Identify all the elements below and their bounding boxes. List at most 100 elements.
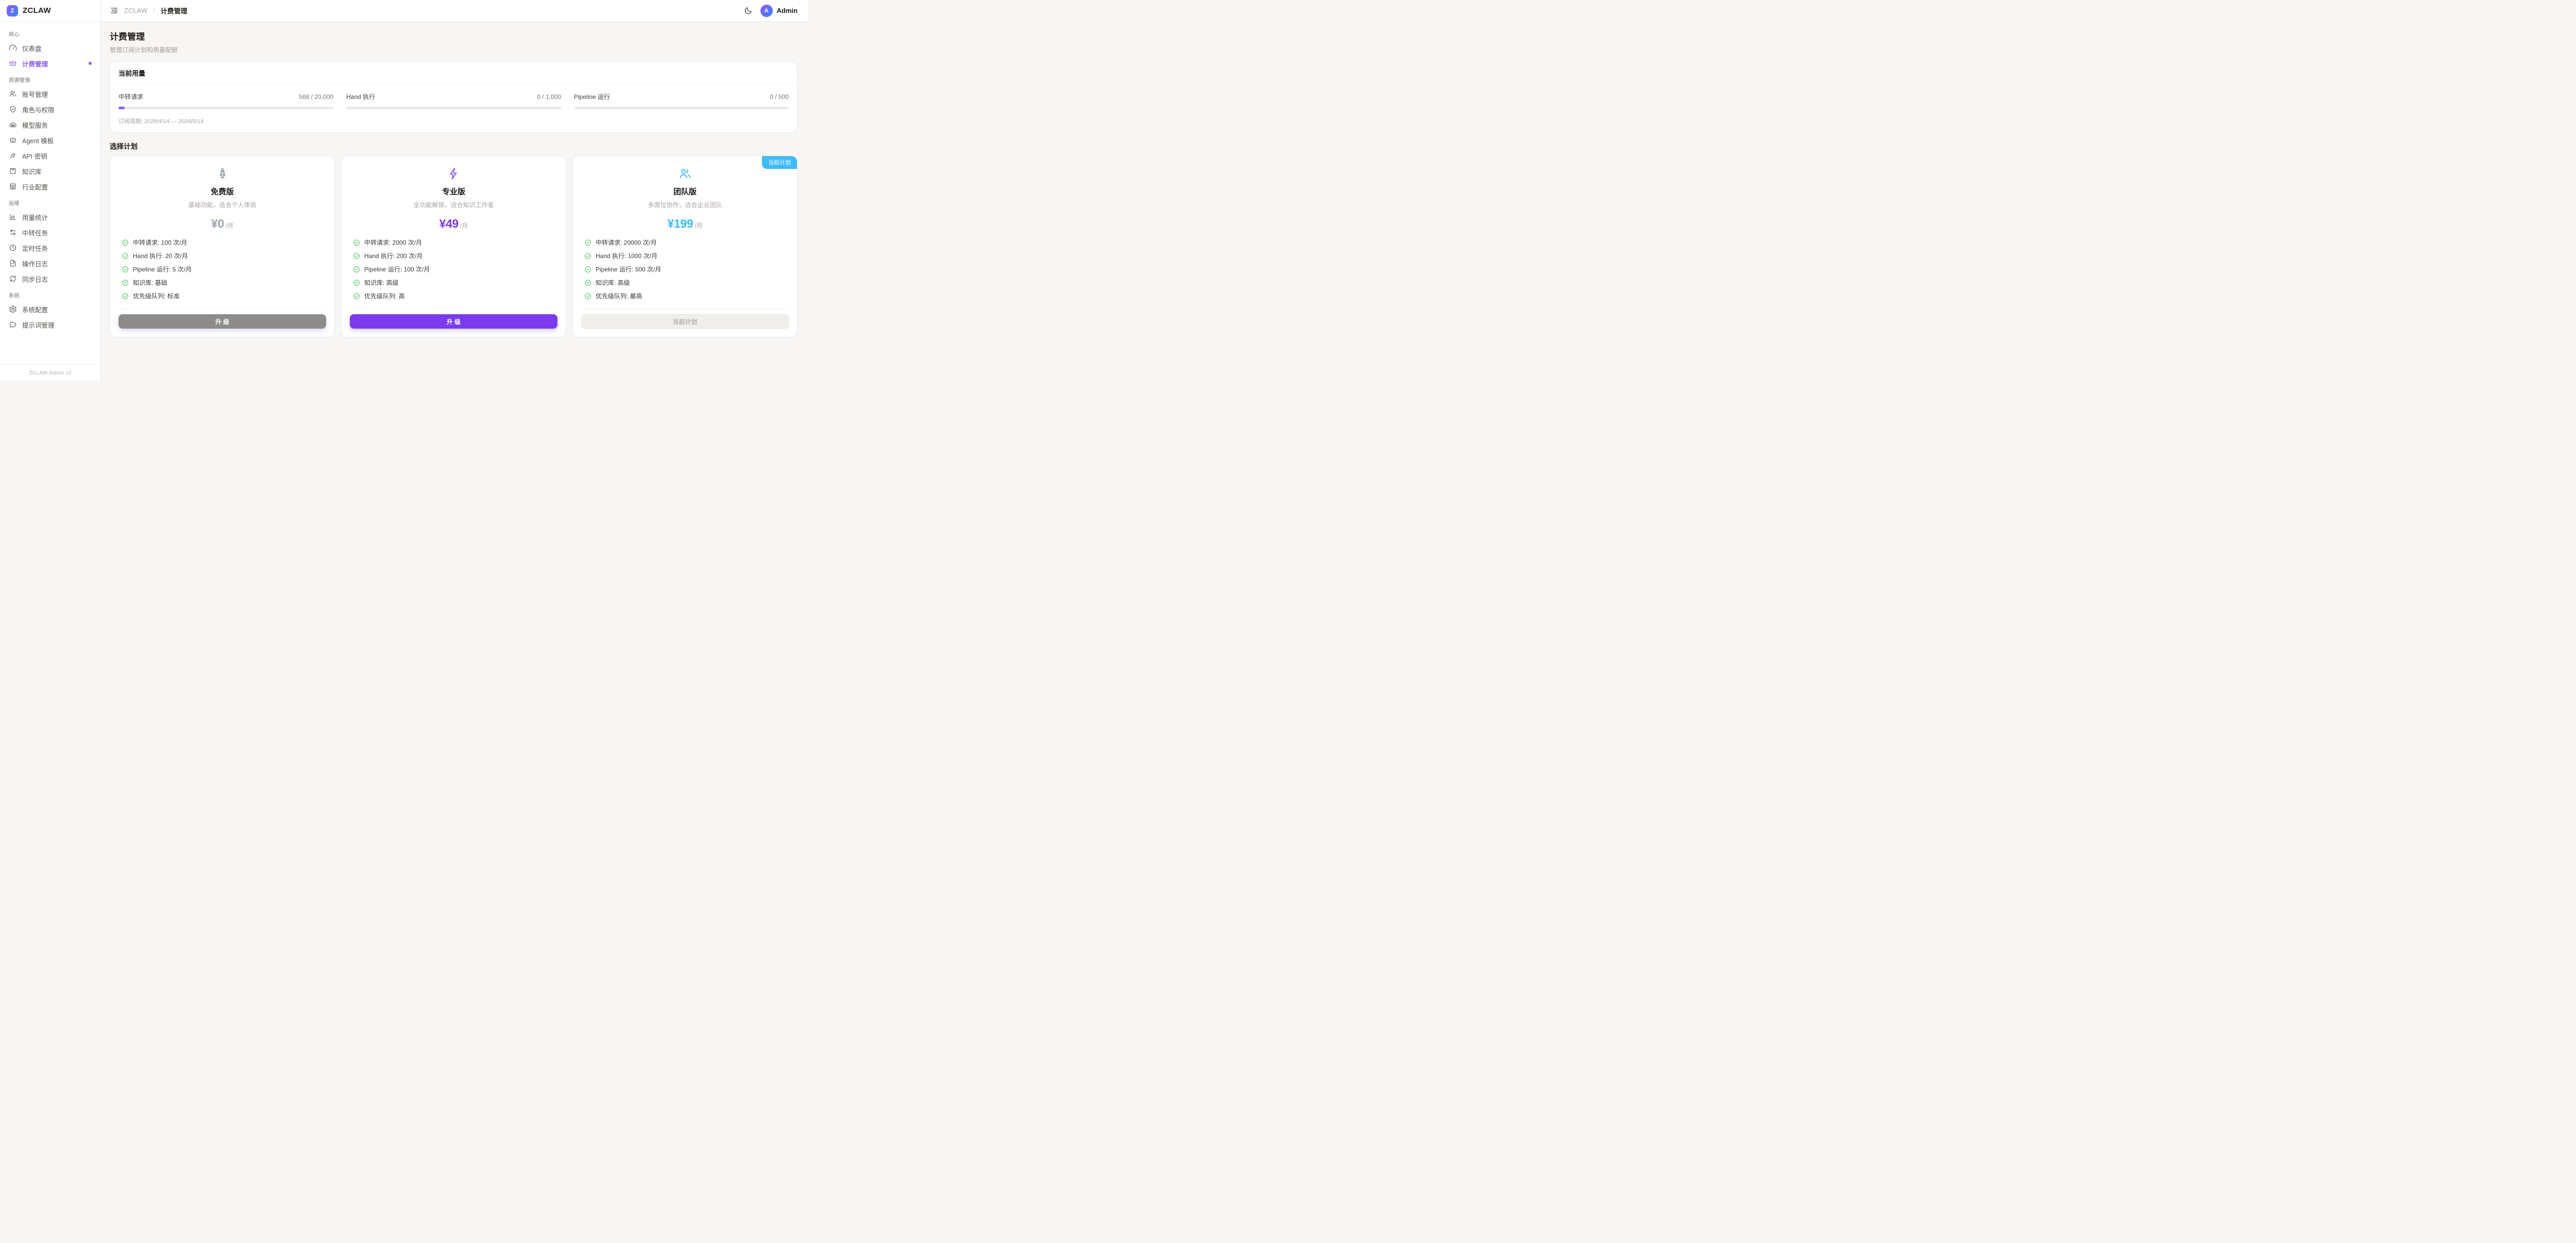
book-icon bbox=[9, 167, 17, 175]
usage-metrics: 中转请求 568 / 20,000 Hand 执行 0 / 1,000 Pipe… bbox=[118, 92, 789, 109]
plan-feature-item: 中转请求: 20000 次/月 bbox=[584, 238, 786, 247]
plan-feature-item: Pipeline 运行: 500 次/月 bbox=[584, 265, 786, 274]
plan-feature-text: 优先级队列: 标准 bbox=[133, 292, 180, 300]
sidebar-item-knowledge[interactable]: 知识库 bbox=[5, 163, 95, 179]
sidebar-item-dashboard[interactable]: 仪表盘 bbox=[5, 40, 95, 56]
sidebar-item-relay-tasks[interactable]: 中转任务 bbox=[5, 225, 95, 240]
plan-action-button[interactable]: 升 级 bbox=[118, 314, 326, 329]
nav-item-label: 中转任务 bbox=[22, 228, 48, 237]
check-circle-icon bbox=[122, 279, 129, 286]
nav-item-label: API 密钥 bbox=[22, 151, 47, 161]
plan-description: 基础功能，适合个人体验 bbox=[118, 200, 326, 209]
sidebar-item-prompts[interactable]: 提示词管理 bbox=[5, 317, 95, 332]
collapse-sidebar-icon bbox=[110, 6, 118, 15]
sidebar-collapse-button[interactable] bbox=[110, 6, 118, 15]
plan-feature-item: 优先级队列: 高 bbox=[353, 292, 554, 300]
sidebar-item-cron-tasks[interactable]: 定时任务 bbox=[5, 240, 95, 256]
usage-metric-label: Hand 执行 bbox=[346, 92, 375, 101]
clock-icon bbox=[9, 244, 17, 252]
usage-metric: Pipeline 运行 0 / 500 bbox=[574, 92, 789, 109]
sidebar-footer-version: ZCLAW Admin v2 bbox=[0, 364, 100, 381]
nav-item-label: 计费管理 bbox=[22, 59, 48, 69]
usage-metric: Hand 执行 0 / 1,000 bbox=[346, 92, 561, 109]
plan-price-period: /月 bbox=[694, 221, 702, 230]
plans-section-title: 选择计划 bbox=[110, 141, 798, 151]
team-icon bbox=[581, 167, 789, 180]
user-name: Admin bbox=[777, 7, 798, 14]
sidebar-item-usage-stats[interactable]: 用量统计 bbox=[5, 209, 95, 225]
plan-price: ¥49 bbox=[439, 217, 459, 231]
plan-description: 多席位协作，适合企业团队 bbox=[581, 200, 789, 209]
top-header: ZCLAW / 计费管理 A Admin bbox=[101, 0, 808, 22]
plan-feature-text: 中转请求: 2000 次/月 bbox=[364, 238, 422, 247]
nav-section: 资源管理 账号管理 角色与权限 模型服务 Agent 模板 API 密钥 知识库… bbox=[5, 71, 95, 194]
check-circle-icon bbox=[353, 252, 360, 260]
nav-section: 运维 用量统计 中转任务 定时任务 操作日志 同步日志 bbox=[5, 194, 95, 286]
usage-metric-value: 0 / 1,000 bbox=[537, 93, 561, 100]
main-area: ZCLAW / 计费管理 A Admin 计费管理 管理订阅计划和用量配额 当前… bbox=[101, 0, 808, 381]
sidebar-item-accounts[interactable]: 账号管理 bbox=[5, 86, 95, 101]
nav-section-items: 用量统计 中转任务 定时任务 操作日志 同步日志 bbox=[5, 209, 95, 286]
rocket-icon bbox=[118, 167, 326, 180]
breadcrumb-current: 计费管理 bbox=[161, 6, 188, 15]
check-circle-icon bbox=[584, 293, 591, 300]
plan-feature-item: Pipeline 运行: 5 次/月 bbox=[122, 265, 323, 274]
plan-feature-item: Hand 执行: 200 次/月 bbox=[353, 251, 554, 260]
nav-item-label: 系统配置 bbox=[22, 304, 48, 314]
plan-feature-text: Hand 执行: 20 次/月 bbox=[133, 251, 188, 260]
plan-feature-list: 中转请求: 2000 次/月 Hand 执行: 200 次/月 Pipeline… bbox=[350, 238, 557, 300]
usage-metric-label: 中转请求 bbox=[118, 92, 143, 101]
store-icon bbox=[9, 182, 17, 191]
user-menu[interactable]: A Admin bbox=[760, 5, 798, 17]
check-circle-icon bbox=[584, 266, 591, 273]
current-plan-badge: 当前计划 bbox=[762, 156, 797, 169]
plan-feature-item: 优先级队列: 标准 bbox=[122, 292, 323, 300]
plan-feature-text: 优先级队列: 最高 bbox=[596, 292, 642, 300]
nav-section-items: 仪表盘 计费管理 bbox=[5, 40, 95, 71]
check-circle-icon bbox=[353, 266, 360, 273]
sidebar-item-industry[interactable]: 行业配置 bbox=[5, 179, 95, 194]
sidebar-item-system-config[interactable]: 系统配置 bbox=[5, 301, 95, 317]
nav-section-items: 账号管理 角色与权限 模型服务 Agent 模板 API 密钥 知识库 行业配置 bbox=[5, 86, 95, 194]
check-circle-icon bbox=[122, 293, 129, 300]
sidebar: Z ZCLAW 核心 仪表盘 计费管理 资源管理 账号管理 角色与权限 模型服务 bbox=[0, 0, 101, 381]
page-content: 计费管理 管理订阅计划和用量配额 当前用量 中转请求 568 / 20,000 … bbox=[101, 22, 808, 381]
nav-section-label: 运维 bbox=[5, 194, 95, 209]
plan-card: 专业版 全功能解锁，适合知识工作者 ¥49 /月 中转请求: 2000 次/月 … bbox=[341, 156, 566, 337]
page-title: 计费管理 bbox=[110, 29, 798, 42]
dark-mode-toggle[interactable] bbox=[744, 6, 753, 15]
plan-feature-item: 知识库: 高级 bbox=[353, 278, 554, 287]
app-brand[interactable]: Z ZCLAW bbox=[0, 0, 100, 22]
sidebar-item-billing[interactable]: 计费管理 bbox=[5, 56, 95, 71]
usage-card-title: 当前用量 bbox=[110, 62, 797, 84]
plan-feature-item: 优先级队列: 最高 bbox=[584, 292, 786, 300]
plan-price-row: ¥0 /月 bbox=[118, 217, 326, 231]
app-root: Z ZCLAW 核心 仪表盘 计费管理 资源管理 账号管理 角色与权限 模型服务 bbox=[0, 0, 808, 381]
plan-feature-list: 中转请求: 20000 次/月 Hand 执行: 1000 次/月 Pipeli… bbox=[581, 238, 789, 300]
sidebar-item-models[interactable]: 模型服务 bbox=[5, 117, 95, 132]
nav-section-items: 系统配置 提示词管理 bbox=[5, 301, 95, 332]
plan-price-period: /月 bbox=[460, 221, 468, 230]
nav-item-label: 同步日志 bbox=[22, 274, 48, 284]
active-indicator-dot bbox=[89, 62, 92, 65]
plan-action-button[interactable]: 升 级 bbox=[350, 314, 557, 329]
plan-card: 当前计划 团队版 多席位协作，适合企业团队 ¥199 /月 中转请求: 2000… bbox=[572, 156, 798, 337]
plan-feature-text: 优先级队列: 高 bbox=[364, 292, 405, 300]
nav-section: 核心 仪表盘 计费管理 bbox=[5, 25, 95, 71]
breadcrumb-root[interactable]: ZCLAW bbox=[124, 7, 147, 14]
sidebar-item-roles[interactable]: 角色与权限 bbox=[5, 101, 95, 117]
sidebar-item-api-keys[interactable]: API 密钥 bbox=[5, 148, 95, 163]
app-logo: Z bbox=[7, 5, 18, 16]
sidebar-item-agent-templates[interactable]: Agent 模板 bbox=[5, 132, 95, 148]
plan-feature-item: Pipeline 运行: 100 次/月 bbox=[353, 265, 554, 274]
sidebar-item-op-logs[interactable]: 操作日志 bbox=[5, 256, 95, 271]
usage-metric-label: Pipeline 运行 bbox=[574, 92, 610, 101]
plan-price-period: /月 bbox=[226, 221, 233, 230]
check-circle-icon bbox=[584, 279, 591, 286]
nav-section: 系统 系统配置 提示词管理 bbox=[5, 286, 95, 332]
subscription-period: 订阅周期: 2026/4/14 — 2026/5/14 bbox=[118, 117, 789, 125]
nav-item-label: 仪表盘 bbox=[22, 43, 42, 53]
sidebar-item-sync-logs[interactable]: 同步日志 bbox=[5, 271, 95, 286]
usage-metric-value: 568 / 20,000 bbox=[299, 93, 333, 100]
usage-progress-fill bbox=[118, 107, 125, 109]
